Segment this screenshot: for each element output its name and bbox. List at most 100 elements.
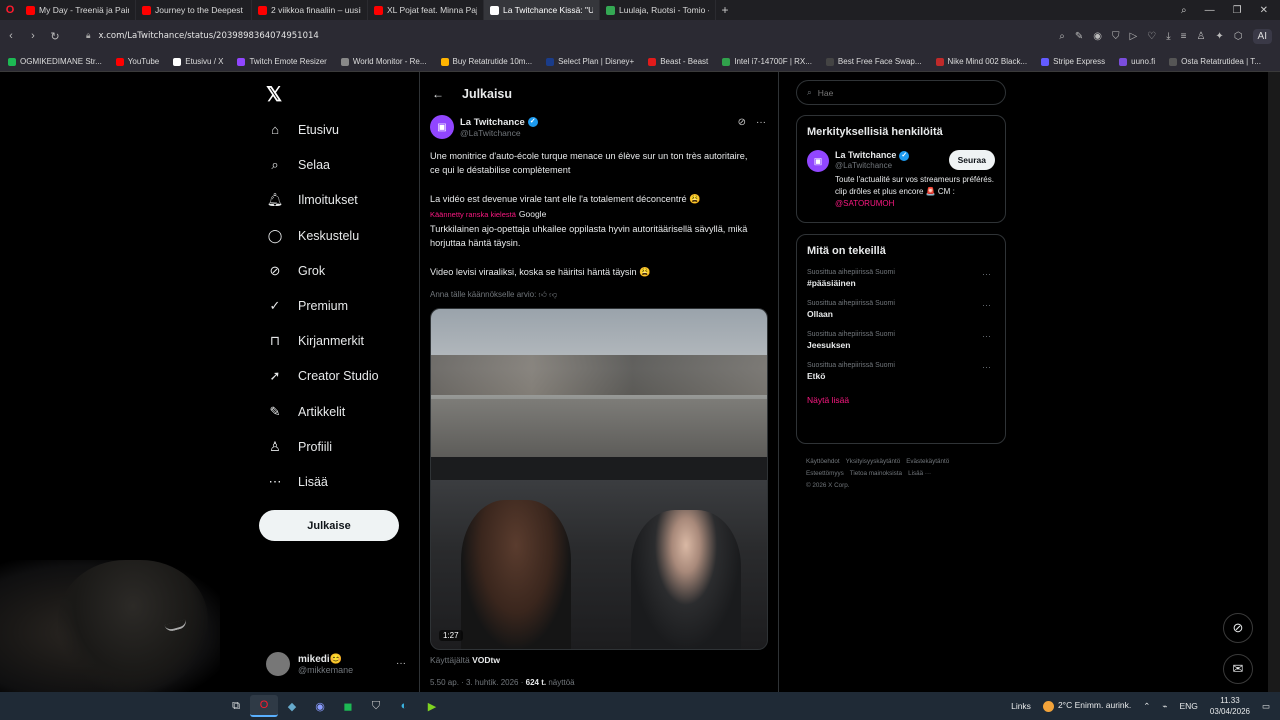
video-source-user[interactable]: VODtw: [472, 655, 500, 665]
notifications-icon[interactable]: ▭: [1262, 701, 1270, 712]
footer-link[interactable]: Esteettömyys: [806, 470, 844, 477]
footer-link[interactable]: Tietoa mainoksista: [850, 470, 902, 477]
bookmark-item[interactable]: Twitch Emote Resizer: [237, 57, 327, 66]
minimize-button[interactable]: —: [1205, 5, 1215, 16]
download-icon[interactable]: ⤓: [1166, 31, 1170, 42]
nav-item-premium[interactable]: ✓ Premium: [266, 298, 348, 314]
nav-item-lisää[interactable]: ⋯ Lisää: [266, 474, 328, 490]
nav-item-ilmoitukset[interactable]: 🔔︎ Ilmoitukset: [266, 192, 358, 208]
more-options-icon[interactable]: ···: [982, 300, 991, 310]
bookmark-item[interactable]: Osta Retatrutidea | T...: [1169, 57, 1261, 66]
camera-icon[interactable]: ◉: [1093, 31, 1102, 42]
window-scrollbar[interactable]: [1268, 72, 1280, 692]
discord-taskbar-icon[interactable]: ◉: [306, 695, 334, 717]
footer-link[interactable]: Käyttöehdot: [806, 458, 840, 465]
bookmark-item[interactable]: Intel i7-14700F | RX...: [722, 57, 812, 66]
nav-item-profiili[interactable]: ♙ Profiili: [266, 439, 332, 455]
search-icon[interactable]: ⌕: [1181, 5, 1187, 16]
nav-item-keskustelu[interactable]: ◯ Keskustelu: [266, 228, 359, 244]
maximize-button[interactable]: ❐: [1233, 5, 1242, 16]
play-icon[interactable]: ▷: [1130, 31, 1138, 42]
x-logo-icon[interactable]: 𝕏: [266, 82, 282, 107]
nav-item-grok[interactable]: ⊘ Grok: [266, 263, 326, 279]
bookmark-item[interactable]: YouTube: [115, 57, 159, 66]
search-input[interactable]: [817, 87, 978, 98]
menu-icon[interactable]: ≡: [1181, 31, 1187, 42]
shield-taskbar-icon[interactable]: ⛉: [362, 695, 390, 717]
close-button[interactable]: ✕: [1260, 5, 1268, 16]
weather-widget[interactable]: 2°C Enimm. aurink.: [1042, 700, 1131, 712]
bookmark-item[interactable]: Nike Mind 002 Black...: [935, 57, 1027, 66]
trend-item[interactable]: Suosittua aihepiirissä Suomi Jeesuksen ···: [807, 331, 995, 350]
bookmark-item[interactable]: Buy Retatrutide 10m...: [440, 57, 532, 66]
browser-tab[interactable]: My Day - Treeniä ja Painit: [20, 0, 136, 20]
suggested-account[interactable]: ▣ La Twitchance ✓ @LaTwitchance Toute l'a…: [807, 150, 995, 210]
bookmark-item[interactable]: Best Free Face Swap...: [825, 57, 922, 66]
nav-item-kirjanmerkit[interactable]: ⊓ Kirjanmerkit: [266, 333, 364, 349]
trend-item[interactable]: Suosittua aihepiirissä Suomi Etkö ···: [807, 362, 995, 381]
nav-item-selaa[interactable]: ⌕ Selaa: [266, 157, 330, 173]
reload-button[interactable]: ↻: [44, 30, 66, 43]
footer-link[interactable]: Evästekäytäntö: [906, 458, 949, 465]
browser-tab[interactable]: 2 viikkoa finaaliin – uusiii: [252, 0, 368, 20]
nav-item-etusivu[interactable]: ⌂ Etusivu: [266, 122, 339, 137]
suggested-bio-link[interactable]: @SATORUMOH: [835, 199, 894, 208]
follow-button[interactable]: Seuraa: [948, 150, 995, 170]
suggested-avatar[interactable]: ▣: [807, 150, 829, 172]
show-more-link[interactable]: Näytä lisää: [807, 395, 995, 405]
edge-taskbar-icon[interactable]: ◐: [390, 695, 418, 717]
browser-tab[interactable]: Luulaja, Ruotsi - Tomio - G: [600, 0, 716, 20]
post-timestamp[interactable]: 5.50 ap. · 3. huhtik. 2026 ·: [430, 678, 523, 687]
player-taskbar-icon[interactable]: ▶: [418, 695, 446, 717]
cube-icon[interactable]: ⬡: [1234, 31, 1243, 42]
shield-icon[interactable]: ⛉: [1112, 31, 1120, 42]
extension-icon[interactable]: ✦: [1215, 31, 1223, 42]
edit-icon[interactable]: ✎: [1075, 31, 1083, 42]
zoom-icon[interactable]: ⌕: [1059, 31, 1065, 42]
bookmark-item[interactable]: Select Plan | Disney+: [546, 57, 634, 66]
spotify-taskbar-icon[interactable]: ◼: [334, 695, 362, 717]
browser-tab[interactable]: Journey to the Deepest Pla: [136, 0, 252, 20]
browser-tab[interactable]: La Twitchance Kissä: "Une: [484, 0, 600, 20]
author-avatar[interactable]: ▣: [430, 115, 454, 139]
more-options-icon[interactable]: ···: [982, 331, 991, 341]
grok-icon[interactable]: ⊘: [738, 117, 746, 128]
ai-button[interactable]: AI: [1252, 28, 1272, 44]
url-field[interactable]: 🔒︎ x.com/LaTwitchance/status/203989836407…: [86, 31, 319, 41]
nav-item-artikkelit[interactable]: ✎ Artikkelit: [266, 404, 346, 420]
footer-link[interactable]: Lisää ···: [908, 470, 931, 477]
search-box[interactable]: ⌕: [796, 80, 1006, 105]
network-icon[interactable]: ⌁: [1162, 701, 1167, 712]
post-button[interactable]: Julkaise: [259, 510, 399, 541]
links-toolbar[interactable]: Links: [1011, 701, 1031, 711]
clock[interactable]: 11.33 03/04/2026: [1210, 695, 1250, 717]
bookmark-item[interactable]: Beast - Beast: [648, 57, 708, 66]
chevron-up-icon[interactable]: ⌃: [1143, 701, 1150, 712]
more-options-icon[interactable]: ···: [756, 117, 766, 128]
forward-button[interactable]: ›: [22, 30, 44, 42]
more-options-icon[interactable]: ···: [982, 362, 991, 372]
footer-link[interactable]: © 2026 X Corp.: [806, 482, 850, 489]
post-author[interactable]: ▣ La Twitchance ✓ @LaTwitchance: [430, 115, 538, 139]
trend-item[interactable]: Suosittua aihepiirissä Suomi #pääsiäinen ·…: [807, 269, 995, 288]
account-switcher[interactable]: mikedi😊 @mikkemane ···: [266, 652, 406, 676]
author-name[interactable]: La Twitchance: [460, 117, 525, 128]
browser-tab[interactable]: XL Pojat feat. Minna Pajul: [368, 0, 484, 20]
back-button[interactable]: ‹: [0, 30, 22, 42]
profile-icon[interactable]: ♙: [1196, 31, 1205, 42]
task-view-icon[interactable]: ⧉: [222, 695, 250, 717]
bookmark-item[interactable]: OGMIKEDIMANE Str...: [8, 57, 102, 66]
footer-link[interactable]: Yksityisyyskäytäntö: [846, 458, 901, 465]
language-indicator[interactable]: ENG: [1180, 701, 1198, 711]
bookmark-item[interactable]: uuno.fi: [1119, 57, 1155, 66]
opera-taskbar-icon[interactable]: O: [250, 695, 278, 717]
messages-fab-icon[interactable]: ✉: [1223, 654, 1253, 684]
bookmark-item[interactable]: Stripe Express: [1041, 57, 1105, 66]
opera-logo-icon[interactable]: O: [0, 4, 20, 16]
grok-fab-icon[interactable]: ⊘: [1223, 613, 1253, 643]
heart-icon[interactable]: ♡: [1147, 31, 1156, 42]
suggested-name[interactable]: La Twitchance: [835, 150, 896, 160]
thumbs-up-icon[interactable]: 👍︎: [539, 290, 547, 299]
author-handle[interactable]: @LaTwitchance: [460, 128, 538, 138]
post-video[interactable]: 1:27: [430, 308, 768, 650]
